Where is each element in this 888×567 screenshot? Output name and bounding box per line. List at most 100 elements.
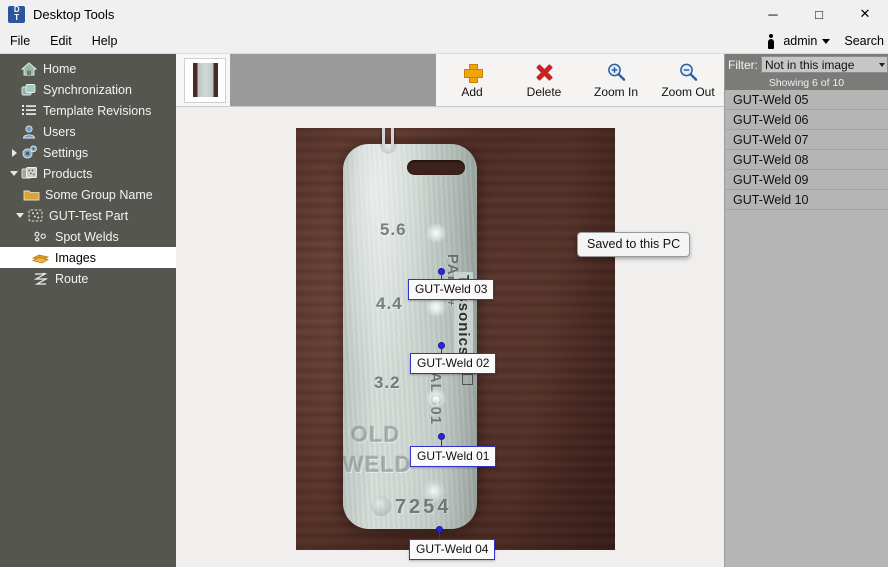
weld-leader-04 — [439, 531, 440, 539]
window-controls: ─ □ ✕ — [750, 0, 888, 28]
sidebar-item-home[interactable]: Home — [0, 58, 176, 79]
images-icon — [32, 249, 50, 266]
home-icon — [20, 60, 38, 77]
sidebar-item-gut-test-part[interactable]: GUT-Test Part — [0, 205, 176, 226]
x-icon — [536, 61, 553, 83]
maximize-button[interactable]: □ — [796, 0, 842, 28]
menu-edit[interactable]: Edit — [40, 31, 82, 51]
window-title: Desktop Tools — [33, 6, 115, 22]
folder-icon — [22, 186, 40, 203]
sidebar-item-label: Products — [43, 166, 93, 181]
weld-label-02[interactable]: GUT-Weld 02 — [410, 353, 497, 374]
expander-expanded[interactable] — [14, 213, 26, 218]
weld-leader-01 — [441, 438, 442, 446]
showing-count: Showing 6 of 10 — [725, 75, 888, 90]
menu-file[interactable]: File — [0, 31, 40, 51]
tag-slot-hole — [407, 160, 465, 175]
saved-toast: Saved to this PC — [577, 232, 691, 257]
close-button[interactable]: ✕ — [842, 0, 888, 28]
delete-button[interactable]: Delete — [508, 54, 580, 107]
products-icon — [20, 165, 38, 182]
zoom-out-icon — [678, 61, 698, 83]
tag-wire-hook — [382, 128, 394, 152]
sidebar-item-label: Template Revisions — [43, 103, 152, 118]
minimize-button[interactable]: ─ — [750, 0, 796, 28]
expander-collapsed[interactable] — [8, 148, 20, 157]
search-link[interactable]: Search — [844, 34, 884, 48]
expander-expanded[interactable] — [8, 171, 20, 176]
sidebar-item-label: Synchronization — [43, 82, 132, 97]
zoom-in-icon — [606, 61, 626, 83]
thumbnail-preview — [192, 63, 218, 97]
thumbnail-strip — [176, 54, 230, 106]
weld-label-01[interactable]: GUT-Weld 01 — [410, 446, 497, 467]
delete-button-label: Delete — [526, 85, 562, 99]
menu-help[interactable]: Help — [82, 31, 128, 51]
weld-list-panel: Filter: Not in this image Showing 6 of 1… — [724, 54, 888, 567]
zoom-out-button[interactable]: Zoom Out — [652, 54, 724, 107]
tag-emboss-old: OLD — [351, 422, 401, 447]
add-button[interactable]: Add — [436, 54, 508, 107]
sidebar-item-label: Spot Welds — [55, 229, 119, 244]
sidebar-item-label: Users — [43, 124, 76, 139]
filter-select-value: Not in this image — [765, 57, 855, 72]
weld-list[interactable]: GUT-Weld 05 GUT-Weld 06 GUT-Weld 07 GUT-… — [725, 90, 888, 567]
image-thumbnail[interactable] — [184, 57, 226, 103]
zoom-in-button[interactable]: Zoom In — [580, 54, 652, 107]
list-item[interactable]: GUT-Weld 05 — [725, 90, 888, 110]
sidebar-item-label: Some Group Name — [45, 187, 153, 202]
sidebar-item-label: Home — [43, 61, 77, 76]
sidebar-item-synchronization[interactable]: Synchronization — [0, 79, 176, 100]
sidebar-item-template-revisions[interactable]: Template Revisions — [0, 100, 176, 121]
app-icon: D T — [8, 5, 25, 23]
weld-photo[interactable]: 5.6 4.4 3.2 7254 OLD WELD PART# Tessonic… — [296, 128, 615, 550]
sidebar-item-users[interactable]: Users — [0, 121, 176, 142]
app-icon-text-bottom: T — [14, 13, 19, 22]
title-bar: D T Desktop Tools ─ □ ✕ — [0, 0, 888, 28]
user-icon — [20, 123, 38, 140]
sync-icon — [20, 81, 38, 98]
list-item[interactable]: GUT-Weld 08 — [725, 150, 888, 170]
list-item[interactable]: GUT-Weld 09 — [725, 170, 888, 190]
metal-tag: 5.6 4.4 3.2 7254 OLD WELD PART# Tessonic… — [343, 144, 477, 529]
tag-dimple — [371, 496, 391, 516]
person-icon — [766, 33, 776, 49]
list-item[interactable]: GUT-Weld 06 — [725, 110, 888, 130]
add-button-label: Add — [461, 85, 483, 99]
workspace: Home Synchronization Template Revisions … — [0, 54, 888, 567]
route-icon — [32, 270, 50, 287]
gear-icon — [20, 144, 38, 161]
zoom-in-button-label: Zoom In — [593, 85, 638, 99]
tag-stamp-3-2: 3.2 — [374, 373, 401, 392]
username-label[interactable]: admin — [783, 34, 817, 48]
sidebar-item-images[interactable]: Images — [0, 247, 176, 268]
weld-label-04[interactable]: GUT-Weld 04 — [409, 539, 496, 560]
sidebar-item-settings[interactable]: Settings — [0, 142, 176, 163]
toolbar-actions: Add Delete Zoom In Zoom Out — [436, 54, 724, 106]
filter-label: Filter: — [728, 57, 758, 72]
sidebar-item-products[interactable]: Products — [0, 163, 176, 184]
image-canvas[interactable]: 5.6 4.4 3.2 7254 OLD WELD PART# Tessonic… — [176, 107, 724, 567]
sidebar-item-spot-welds[interactable]: Spot Welds — [0, 226, 176, 247]
weld-label-03[interactable]: GUT-Weld 03 — [408, 279, 495, 300]
chevron-down-icon[interactable] — [879, 62, 885, 67]
sidebar-item-some-group-name[interactable]: Some Group Name — [0, 184, 176, 205]
tag-stamp-5-6: 5.6 — [380, 220, 407, 239]
filter-select[interactable]: Not in this image — [761, 56, 888, 73]
tag-stamp-4-4: 4.4 — [376, 294, 403, 313]
sidebar-item-route[interactable]: Route — [0, 268, 176, 289]
sidebar-item-label: Route — [55, 271, 89, 286]
list-item[interactable]: GUT-Weld 10 — [725, 190, 888, 210]
tag-stamp-serial: 7254 — [395, 496, 452, 518]
sidebar-item-label: GUT-Test Part — [49, 208, 129, 223]
list-item[interactable]: GUT-Weld 07 — [725, 130, 888, 150]
sidebar-item-label: Images — [55, 250, 96, 265]
plus-icon — [463, 61, 483, 83]
list-icon — [20, 102, 38, 119]
filter-bar: Filter: Not in this image — [725, 54, 888, 75]
center-column: Add Delete Zoom In Zoom Out 5.6 4.4 3.2 … — [176, 54, 724, 567]
thumbnail-strip-filler — [230, 54, 436, 106]
weld-spot-03-blob — [425, 222, 447, 244]
toolbar: Add Delete Zoom In Zoom Out — [176, 54, 724, 107]
chevron-down-icon[interactable] — [822, 38, 831, 44]
